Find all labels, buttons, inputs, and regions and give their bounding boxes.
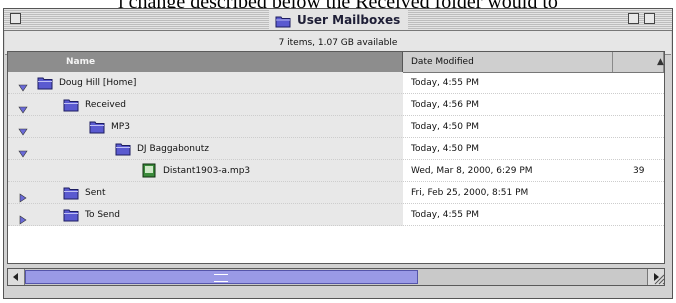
- list-row[interactable]: Doug Hill [Home] Today, 4:55 PM: [8, 72, 664, 94]
- name-cell[interactable]: Doug Hill [Home]: [8, 72, 403, 94]
- disclosure-triangle-closed-icon[interactable]: [18, 210, 28, 225]
- status-text: 7 items, 1.07 GB available: [278, 37, 398, 48]
- item-name[interactable]: Doug Hill [Home]: [59, 72, 136, 94]
- disclosure-triangle-open-icon[interactable]: [18, 144, 28, 158]
- item-name[interactable]: DJ Baggabonutz: [137, 138, 209, 160]
- file-list: Name Date Modified ▲ Doug Hill [Home] Tod…: [7, 51, 665, 264]
- item-name[interactable]: To Send: [85, 204, 120, 226]
- folder-icon[interactable]: [63, 185, 79, 200]
- date-modified-cell: Today, 4:55 PM: [411, 78, 480, 88]
- disclosure-triangle-open-icon[interactable]: [18, 122, 28, 136]
- date-modified-cell: Today, 4:50 PM: [411, 122, 480, 132]
- folder-icon[interactable]: [37, 75, 53, 90]
- size-cell: [633, 138, 664, 160]
- item-name[interactable]: Received: [85, 94, 126, 116]
- window-title-area: User Mailboxes: [269, 10, 409, 29]
- resize-handle-icon[interactable]: [652, 271, 666, 285]
- folder-icon[interactable]: [89, 119, 105, 134]
- scroll-left-arrow-icon[interactable]: [8, 269, 25, 285]
- scroll-thumb[interactable]: [25, 270, 418, 284]
- date-modified-cell: Fri, Feb 25, 2000, 8:51 PM: [411, 188, 529, 198]
- title-bar[interactable]: User Mailboxes: [4, 9, 672, 31]
- date-modified-cell: Wed, Mar 8, 2000, 6:29 PM: [411, 166, 533, 176]
- sort-direction-icon[interactable]: ▲: [657, 52, 664, 72]
- disclosure-triangle-closed-icon[interactable]: [18, 188, 28, 203]
- close-box[interactable]: [10, 13, 21, 24]
- name-cell[interactable]: Received: [8, 94, 403, 116]
- column-header-date-modified[interactable]: Date Modified: [403, 52, 613, 72]
- size-cell: [633, 182, 664, 204]
- name-cell[interactable]: DJ Baggabonutz: [8, 138, 403, 160]
- name-cell[interactable]: MP3: [8, 116, 403, 138]
- folder-icon: [275, 13, 291, 28]
- scroll-grip-icon: [214, 274, 228, 282]
- item-name[interactable]: Distant1903-a.mp3: [163, 160, 250, 182]
- list-header: Name Date Modified ▲: [8, 52, 664, 73]
- column-header-name[interactable]: Name: [8, 52, 403, 72]
- name-cell[interactable]: To Send: [8, 204, 403, 226]
- size-cell: [633, 72, 664, 94]
- item-name[interactable]: MP3: [111, 116, 130, 138]
- list-row[interactable]: DJ Baggabonutz Today, 4:50 PM: [8, 138, 664, 160]
- list-row[interactable]: Received Today, 4:56 PM: [8, 94, 664, 116]
- name-cell[interactable]: Distant1903-a.mp3: [8, 160, 403, 182]
- date-modified-cell: Today, 4:56 PM: [411, 100, 480, 110]
- folder-icon[interactable]: [63, 97, 79, 112]
- collapse-box[interactable]: [644, 13, 655, 24]
- folder-icon[interactable]: [115, 141, 131, 156]
- list-row[interactable]: MP3 Today, 4:50 PM: [8, 116, 664, 138]
- disclosure-triangle-open-icon[interactable]: [18, 78, 28, 92]
- name-cell[interactable]: Sent: [8, 182, 403, 204]
- list-row[interactable]: To Send Today, 4:55 PM: [8, 204, 664, 226]
- size-cell: [633, 204, 664, 226]
- folder-icon[interactable]: [63, 207, 79, 222]
- size-cell: [633, 116, 664, 138]
- size-cell: 39: [633, 166, 645, 176]
- horizontal-scrollbar[interactable]: [7, 268, 665, 286]
- date-modified-cell: Today, 4:50 PM: [411, 144, 480, 154]
- window-title: User Mailboxes: [297, 12, 401, 27]
- list-rows: Doug Hill [Home] Today, 4:55 PM Received To…: [8, 72, 664, 226]
- list-row[interactable]: Distant1903-a.mp3 Wed, Mar 8, 2000, 6:29 …: [8, 160, 664, 182]
- size-cell: [633, 94, 664, 116]
- zoom-box[interactable]: [628, 13, 639, 24]
- item-name[interactable]: Sent: [85, 182, 105, 204]
- list-row[interactable]: Sent Fri, Feb 25, 2000, 8:51 PM: [8, 182, 664, 204]
- mp3-file-icon[interactable]: [141, 163, 157, 178]
- date-modified-cell: Today, 4:55 PM: [411, 210, 480, 220]
- disclosure-triangle-open-icon[interactable]: [18, 100, 28, 114]
